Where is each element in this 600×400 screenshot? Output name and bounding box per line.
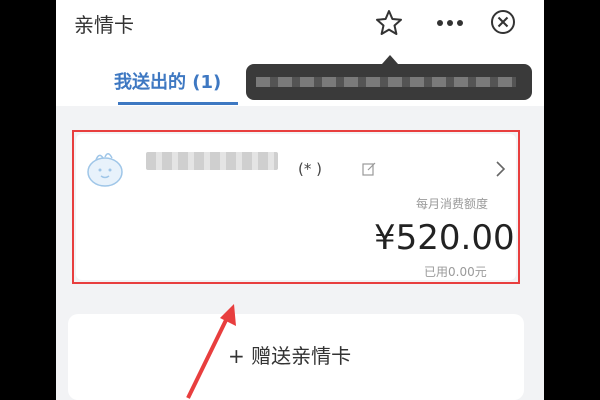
page-title: 亲情卡 bbox=[74, 13, 134, 37]
gift-card-button-label: + 赠送亲情卡 bbox=[228, 344, 352, 368]
tooltip-blurred-text bbox=[256, 77, 516, 87]
tab-active-indicator bbox=[118, 102, 238, 105]
more-icon[interactable] bbox=[432, 9, 468, 37]
tooltip-arrow bbox=[382, 55, 398, 64]
close-icon[interactable] bbox=[488, 7, 518, 37]
top-bar: 亲情卡 bbox=[56, 0, 544, 48]
phone-screen: 亲情卡 我送出的 (1) (* ) 每月消费额度 ¥520.00 已用0.00元… bbox=[56, 0, 544, 400]
annotation-arrow bbox=[186, 304, 236, 399]
gift-card-button[interactable]: + 赠送亲情卡 bbox=[68, 314, 524, 400]
highlight-frame bbox=[72, 130, 520, 284]
star-icon[interactable] bbox=[374, 8, 404, 38]
tab-sent[interactable]: 我送出的 (1) bbox=[114, 68, 221, 94]
